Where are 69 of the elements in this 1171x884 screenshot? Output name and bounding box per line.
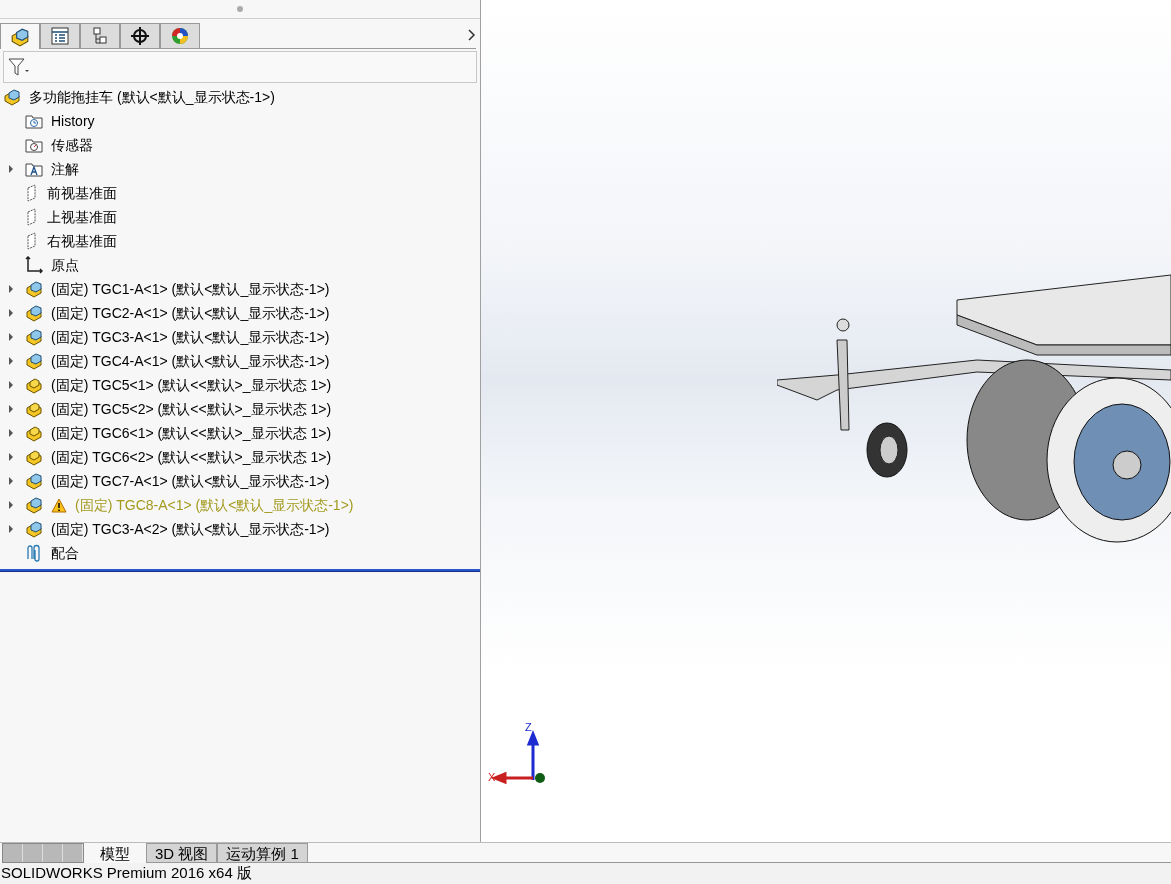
plane-icon (25, 232, 39, 250)
chevron-right-icon[interactable] (468, 28, 476, 41)
tree-item-label[interactable]: History (51, 110, 95, 132)
feature-tree-icon (10, 26, 30, 47)
tree-item-label[interactable]: (固定) TGC3-A<2> (默认<默认_显示状态-1>) (51, 518, 330, 540)
expand-arrow-icon[interactable] (8, 357, 14, 365)
paperclip-icon (25, 544, 43, 562)
expand-arrow-icon[interactable] (8, 405, 14, 413)
assembly-icon (3, 88, 21, 106)
assembly-icon (25, 472, 43, 490)
panel-tab[interactable] (120, 23, 160, 49)
tree-item-label[interactable]: (固定) TGC7-A<1> (默认<默认_显示状态-1>) (51, 470, 330, 492)
assembly-icon (25, 496, 43, 514)
z-axis-label: Z (525, 722, 532, 733)
assembly-icon (25, 280, 43, 298)
tree-item-label[interactable]: (固定) TGC6<2> (默认<<默认>_显示状态 1>) (51, 446, 332, 468)
property-list-icon (51, 27, 69, 45)
expand-arrow-icon[interactable] (8, 453, 14, 461)
graphics-viewport[interactable]: Z X (481, 0, 1171, 842)
tree-item-label[interactable]: (固定) TGC5<1> (默认<<默认>_显示状态 1>) (51, 374, 332, 396)
tree-item-label[interactable]: 右视基准面 (47, 230, 117, 252)
expand-arrow-icon[interactable] (8, 381, 14, 389)
tree-item-label[interactable]: (固定) TGC4-A<1> (默认<默认_显示状态-1>) (51, 350, 330, 372)
origin-axes-icon (25, 256, 43, 274)
tree-item-label[interactable]: (固定) TGC3-A<1> (默认<默认_显示状态-1>) (51, 326, 330, 348)
expand-arrow-icon[interactable] (8, 477, 14, 485)
tree-root-label[interactable]: 多功能拖挂车 (默认<默认_显示状态-1>) (29, 86, 275, 108)
tree-item-label[interactable]: 前视基准面 (47, 182, 117, 204)
expand-arrow-icon[interactable] (8, 309, 14, 317)
filter-icon[interactable] (8, 57, 30, 77)
bottom-tab[interactable]: 运动算例 1 (217, 843, 308, 863)
expand-arrow-icon[interactable] (8, 333, 14, 341)
configuration-tree-icon (91, 27, 109, 45)
crosshair-icon (130, 26, 150, 46)
folder-clock-icon (25, 113, 43, 129)
tree-item-label[interactable]: (固定) TGC2-A<1> (默认<默认_显示状态-1>) (51, 302, 330, 324)
tree-item-label[interactable]: (固定) TGC5<2> (默认<<默认>_显示状态 1>) (51, 398, 332, 420)
expand-arrow-icon[interactable] (8, 525, 14, 533)
assembly-icon (25, 304, 43, 322)
assembly-icon (25, 520, 43, 538)
resize-handle[interactable] (237, 6, 243, 12)
part-icon (25, 376, 43, 394)
expand-arrow-icon[interactable] (8, 285, 14, 293)
plane-icon (25, 208, 39, 226)
status-bar: SOLIDWORKS Premium 2016 x64 版 (0, 863, 1171, 884)
tab-scroll-buttons[interactable] (2, 843, 84, 863)
bottom-tab[interactable]: 3D 视图 (146, 843, 218, 863)
color-ball-icon (170, 26, 190, 46)
tree-item-label[interactable]: 注解 (51, 158, 79, 180)
plane-icon (25, 184, 39, 202)
part-icon (25, 424, 43, 442)
tree-item-label[interactable]: 传感器 (51, 134, 93, 156)
tree-item-label[interactable]: (固定) TGC1-A<1> (默认<默认_显示状态-1>) (51, 278, 330, 300)
expand-arrow-icon[interactable] (8, 165, 14, 173)
expand-arrow-icon[interactable] (8, 501, 14, 509)
panel-tab[interactable] (0, 23, 40, 49)
tree-item-label[interactable]: 上视基准面 (47, 206, 117, 228)
folder-gauge-icon (25, 137, 43, 153)
tree-item-label[interactable]: 配合 (51, 542, 79, 564)
assembly-icon (25, 328, 43, 346)
x-axis-label: X (488, 772, 496, 783)
tree-item-label[interactable]: (固定) TGC6<1> (默认<<默认>_显示状态 1>) (51, 422, 332, 444)
assembly-icon (25, 352, 43, 370)
folder-letter-icon (25, 161, 43, 177)
expand-arrow-icon[interactable] (8, 429, 14, 437)
panel-tab[interactable] (160, 23, 200, 49)
tree-item-label[interactable]: 原点 (51, 254, 79, 276)
part-icon (25, 400, 43, 418)
part-icon (25, 448, 43, 466)
